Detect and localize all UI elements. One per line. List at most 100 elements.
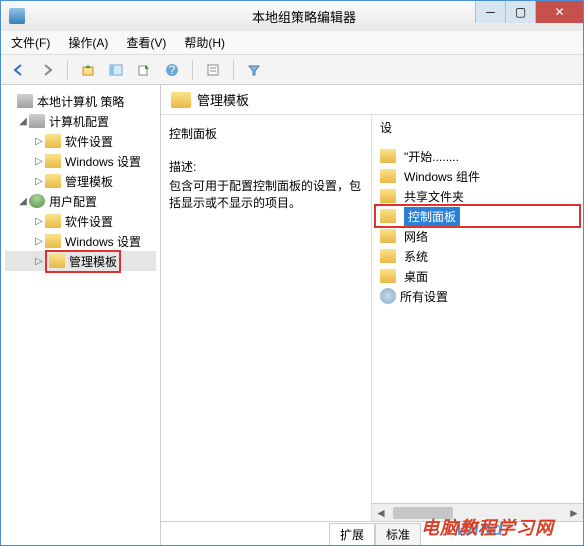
list-item[interactable]: 系统: [376, 246, 579, 266]
maximize-button[interactable]: ▢: [505, 1, 535, 23]
folder-icon: [45, 234, 61, 248]
expand-icon[interactable]: ▷: [33, 176, 45, 187]
tree-label: Windows 设置: [65, 233, 141, 250]
list-item[interactable]: 共享文件夹: [376, 186, 579, 206]
list-item[interactable]: "开始........: [376, 146, 579, 166]
folder-icon: [171, 92, 191, 108]
content-header: 管理模板: [161, 85, 583, 115]
menu-view[interactable]: 查看(V): [126, 34, 166, 51]
description-label: 描述:: [169, 158, 363, 175]
description-pane: 控制面板 描述: 包含可用于配置控制面板的设置，包括显示或不显示的项目。: [161, 115, 371, 521]
item-label: 网络: [404, 228, 428, 245]
minimize-button[interactable]: ─: [475, 1, 505, 23]
svg-text:?: ?: [169, 63, 176, 77]
expand-icon[interactable]: ▷: [33, 236, 45, 247]
menu-file[interactable]: 文件(F): [11, 34, 50, 51]
item-label: 系统: [404, 248, 428, 265]
list-pane: 设 "开始........ Windows 组件 共享文件夹 控制面板 网络 系…: [371, 115, 583, 521]
up-button[interactable]: [76, 58, 100, 82]
window-controls: ─ ▢ ✕: [475, 1, 583, 23]
watermark: 电脑教程学习网: [421, 514, 554, 540]
folder-icon: [380, 149, 396, 163]
column-header[interactable]: 设: [372, 115, 583, 140]
item-label: 控制面板: [404, 207, 460, 226]
folder-icon: [380, 269, 396, 283]
tree-label: 用户配置: [49, 193, 97, 210]
nav-tree[interactable]: 本地计算机 策略 ◢ 计算机配置 ▷ 软件设置 ▷ Windows 设置 ▷ 管…: [1, 85, 161, 545]
item-label: 桌面: [404, 268, 428, 285]
item-label: "开始........: [404, 148, 459, 165]
list-item[interactable]: 所有设置: [376, 286, 579, 306]
app-icon: [9, 8, 25, 24]
content-pane: 管理模板 控制面板 描述: 包含可用于配置控制面板的设置，包括显示或不显示的项目…: [161, 85, 583, 545]
expand-icon[interactable]: ▷: [33, 256, 45, 267]
tree-label: Windows 设置: [65, 153, 141, 170]
tree-windows-settings[interactable]: ▷ Windows 设置: [5, 151, 156, 171]
selection-title: 控制面板: [169, 125, 363, 142]
list-item-selected[interactable]: 控制面板: [376, 206, 579, 226]
description-text: 包含可用于配置控制面板的设置，包括显示或不显示的项目。: [169, 177, 363, 211]
tree-root[interactable]: 本地计算机 策略: [5, 91, 156, 111]
highlight-box: 管理模板: [45, 250, 121, 273]
expand-icon[interactable]: ▷: [33, 156, 45, 167]
tab-extended[interactable]: 扩展: [329, 523, 375, 545]
scroll-right-icon[interactable]: ►: [565, 506, 583, 520]
folder-icon: [380, 249, 396, 263]
expand-icon[interactable]: ▷: [33, 216, 45, 227]
titlebar: 本地组策略编辑器 ─ ▢ ✕: [1, 1, 583, 31]
folder-icon: [45, 174, 61, 188]
tree-label: 软件设置: [65, 213, 113, 230]
help-button[interactable]: ?: [160, 58, 184, 82]
folder-icon: [380, 189, 396, 203]
collapse-icon[interactable]: ◢: [17, 196, 29, 207]
item-label: Windows 组件: [404, 168, 480, 185]
window: 本地组策略编辑器 ─ ▢ ✕ 文件(F) 操作(A) 查看(V) 帮助(H) ?…: [0, 0, 584, 546]
folder-icon: [45, 154, 61, 168]
tree-admin-templates-selected[interactable]: ▷ 管理模板: [5, 251, 156, 271]
list-item[interactable]: 网络: [376, 226, 579, 246]
folder-icon: [45, 214, 61, 228]
toolbar: ?: [1, 55, 583, 85]
menu-help[interactable]: 帮助(H): [184, 34, 225, 51]
tree-user-config[interactable]: ◢ 用户配置: [5, 191, 156, 211]
user-icon: [29, 194, 45, 208]
scroll-left-icon[interactable]: ◄: [372, 506, 390, 520]
computer-icon: [29, 114, 45, 128]
folder-icon: [380, 209, 396, 223]
close-button[interactable]: ✕: [535, 1, 583, 23]
tree-label: 本地计算机 策略: [37, 93, 124, 110]
menubar: 文件(F) 操作(A) 查看(V) 帮助(H): [1, 31, 583, 55]
item-label: 共享文件夹: [404, 188, 464, 205]
folder-icon: [380, 229, 396, 243]
list-item[interactable]: Windows 组件: [376, 166, 579, 186]
filter-button[interactable]: [242, 58, 266, 82]
policy-icon: [17, 94, 33, 108]
back-button[interactable]: [7, 58, 31, 82]
tree-software-settings[interactable]: ▷ 软件设置: [5, 131, 156, 151]
tree-label: 计算机配置: [49, 113, 109, 130]
tree-label: 管理模板: [69, 253, 117, 270]
tree-windows-settings[interactable]: ▷ Windows 设置: [5, 231, 156, 251]
tree-admin-templates[interactable]: ▷ 管理模板: [5, 171, 156, 191]
item-label: 所有设置: [400, 288, 448, 305]
export-button[interactable]: [132, 58, 156, 82]
tree-label: 管理模板: [65, 173, 113, 190]
body: 本地计算机 策略 ◢ 计算机配置 ▷ 软件设置 ▷ Windows 设置 ▷ 管…: [1, 85, 583, 545]
folder-icon: [45, 134, 61, 148]
item-list[interactable]: "开始........ Windows 组件 共享文件夹 控制面板 网络 系统 …: [372, 140, 583, 503]
folder-icon: [49, 254, 65, 268]
properties-button[interactable]: [201, 58, 225, 82]
settings-icon: [380, 288, 396, 304]
header-title: 管理模板: [197, 90, 249, 109]
expand-icon[interactable]: ▷: [33, 136, 45, 147]
show-hide-tree-button[interactable]: [104, 58, 128, 82]
list-item[interactable]: 桌面: [376, 266, 579, 286]
forward-button[interactable]: [35, 58, 59, 82]
menu-action[interactable]: 操作(A): [68, 34, 108, 51]
tree-software-settings[interactable]: ▷ 软件设置: [5, 211, 156, 231]
split-pane: 控制面板 描述: 包含可用于配置控制面板的设置，包括显示或不显示的项目。 设 "…: [161, 115, 583, 521]
folder-icon: [380, 169, 396, 183]
tree-computer-config[interactable]: ◢ 计算机配置: [5, 111, 156, 131]
collapse-icon[interactable]: ◢: [17, 116, 29, 127]
tab-standard[interactable]: 标准: [375, 523, 421, 545]
